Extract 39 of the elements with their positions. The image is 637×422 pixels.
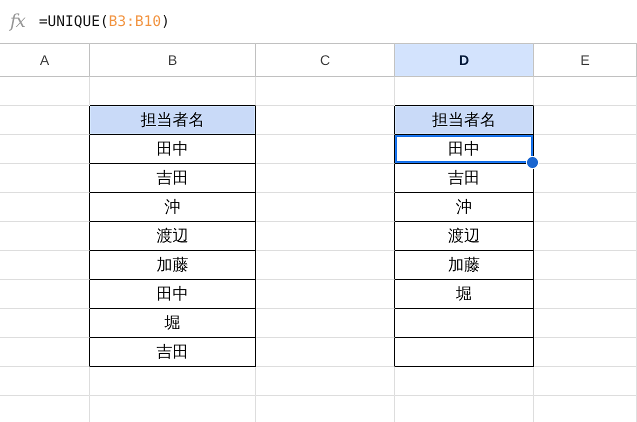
table-cell: 加藤 <box>395 251 534 280</box>
empty-cell[interactable] <box>256 135 395 164</box>
empty-cell[interactable] <box>0 193 90 222</box>
empty-cell[interactable] <box>0 164 90 193</box>
empty-cell[interactable] <box>256 222 395 251</box>
empty-cell[interactable] <box>0 309 90 338</box>
table-cell: 堀 <box>90 309 256 338</box>
table-cell: 田中 <box>90 135 256 164</box>
table-cell: 堀 <box>395 280 534 309</box>
empty-cell[interactable] <box>256 309 395 338</box>
fill-handle[interactable] <box>526 156 539 169</box>
table-cell: 田中 <box>395 135 534 164</box>
table-cell: 加藤 <box>90 251 256 280</box>
table-cell: 田中 <box>90 280 256 309</box>
empty-cell[interactable] <box>256 251 395 280</box>
empty-cell[interactable] <box>256 164 395 193</box>
table-cell: 沖 <box>90 193 256 222</box>
table-header: 担当者名 <box>395 106 534 135</box>
empty-cell[interactable] <box>256 280 395 309</box>
empty-cell[interactable] <box>0 251 90 280</box>
empty-cell[interactable] <box>256 193 395 222</box>
column-header[interactable]: E <box>534 44 637 77</box>
empty-cell[interactable] <box>256 338 395 367</box>
formula-text[interactable]: =UNIQUE(B3:B10) <box>38 14 170 30</box>
table-cell: 吉田 <box>90 164 256 193</box>
column-header[interactable]: D <box>395 44 534 77</box>
fx-icon: fx <box>10 11 25 32</box>
empty-cell[interactable] <box>0 222 90 251</box>
column-header[interactable]: B <box>90 44 256 77</box>
table-cell: 沖 <box>395 193 534 222</box>
table-header: 担当者名 <box>90 106 256 135</box>
empty-cell[interactable] <box>0 135 90 164</box>
empty-cell[interactable] <box>0 280 90 309</box>
table-cell: 吉田 <box>90 338 256 367</box>
table-cell: 渡辺 <box>395 222 534 251</box>
table-cell: 渡辺 <box>90 222 256 251</box>
column-header[interactable]: A <box>0 44 90 77</box>
table-cell: 吉田 <box>395 164 534 193</box>
empty-cell[interactable] <box>0 338 90 367</box>
